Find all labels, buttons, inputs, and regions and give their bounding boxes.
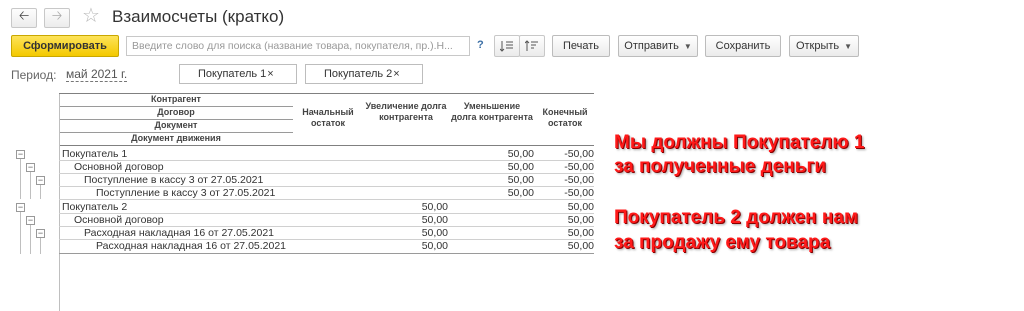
caret-down-icon: ▼: [683, 41, 692, 51]
forward-button[interactable]: 🡢: [44, 8, 70, 28]
row-decrease: 50,00: [507, 148, 534, 160]
generate-button[interactable]: Сформировать: [11, 35, 119, 57]
row-increase: 50,00: [421, 240, 448, 252]
filter-chip-label: Покупатель 1: [198, 68, 267, 80]
header-debt-increase: Увеличение долга контрагента: [365, 101, 447, 122]
row-increase: 50,00: [421, 214, 448, 226]
page-title: Взаимосчеты (кратко): [112, 7, 285, 26]
header-level-1: Контрагент: [151, 94, 201, 104]
row-label: Основной договор: [74, 214, 164, 226]
search-input[interactable]: Введите слово для поиска (название товар…: [126, 36, 470, 56]
annotation-buyer-2-line-2: за продажу ему товара: [614, 232, 831, 253]
collapse-groups-icon: [525, 40, 538, 51]
tree-line: [20, 210, 21, 254]
tree-line: [30, 222, 31, 254]
collapse-toggle-icon[interactable]: −: [16, 150, 25, 159]
expand-groups-icon: [500, 41, 513, 52]
period-label: Период:: [11, 68, 57, 82]
row-end: 50,00: [567, 240, 594, 252]
collapse-groups-button[interactable]: [519, 35, 545, 57]
collapse-toggle-icon[interactable]: −: [26, 216, 35, 225]
filter-chip-buyer-2[interactable]: Покупатель 2 ×: [305, 64, 423, 84]
row-decrease: 50,00: [507, 161, 534, 173]
row-label: Поступление в кассу 3 от 27.05.2021: [96, 187, 276, 199]
row-increase: 50,00: [421, 201, 448, 213]
collapse-toggle-icon[interactable]: −: [36, 176, 45, 185]
send-button-label: Отправить: [624, 40, 679, 52]
open-button-label: Открыть: [795, 40, 840, 52]
row-label: Расходная накладная 16 от 27.05.2021: [84, 227, 275, 239]
remove-icon[interactable]: ×: [393, 68, 399, 80]
row-end: 50,00: [567, 227, 594, 239]
header-start-balance: Начальный остаток: [302, 107, 354, 128]
row-end: -50,00: [564, 161, 594, 173]
caret-down-icon: ▼: [844, 41, 853, 51]
back-button[interactable]: 🡠: [11, 8, 37, 28]
table-bottom-border: [59, 253, 594, 254]
header-level-2: Договор: [157, 107, 195, 117]
row-end: 50,00: [567, 214, 594, 226]
row-end: -50,00: [564, 187, 594, 199]
row-label: Поступление в кассу 3 от 27.05.2021: [84, 174, 264, 186]
period-selector[interactable]: май 2021 г.: [66, 68, 128, 82]
collapse-toggle-icon[interactable]: −: [26, 163, 35, 172]
row-end: 50,00: [567, 201, 594, 213]
header-level-3: Документ: [154, 120, 198, 130]
annotation-buyer-2-line-1: Покупатель 2 должен нам: [614, 207, 859, 228]
row-decrease: 50,00: [507, 187, 534, 199]
remove-icon[interactable]: ×: [267, 68, 273, 80]
row-label: Покупатель 2: [62, 201, 128, 213]
annotation-buyer-1-line-1: Мы должны Покупателю 1: [614, 132, 865, 153]
header-debt-decrease: Уменьшение долга контрагента: [451, 101, 533, 122]
tree-line: [30, 168, 31, 199]
tree-line: [20, 155, 21, 199]
row-decrease: 50,00: [507, 174, 534, 186]
row-increase: 50,00: [421, 227, 448, 239]
row-end: -50,00: [564, 148, 594, 160]
row-label: Расходная накладная 16 от 27.05.2021: [96, 240, 287, 252]
arrow-right-icon: 🡢: [51, 8, 63, 23]
favorite-star-icon[interactable]: ☆: [82, 5, 100, 27]
open-button[interactable]: Открыть ▼: [789, 35, 859, 57]
header-bottom-border: [59, 145, 594, 146]
expand-groups-button[interactable]: [494, 35, 520, 57]
row-end: -50,00: [564, 174, 594, 186]
table-left-border: [59, 94, 60, 311]
row-divider: [59, 199, 594, 200]
send-button[interactable]: Отправить ▼: [618, 35, 698, 57]
row-label: Основной договор: [74, 161, 164, 173]
arrow-left-icon: 🡠: [18, 8, 30, 23]
search-help-icon[interactable]: ?: [477, 39, 484, 51]
annotation-buyer-1-line-2: за полученные деньги: [614, 156, 827, 177]
filter-chip-label: Покупатель 2: [324, 68, 393, 80]
save-button[interactable]: Сохранить: [705, 35, 781, 57]
collapse-toggle-icon[interactable]: −: [16, 203, 25, 212]
row-label: Покупатель 1: [62, 148, 128, 160]
filter-chip-buyer-1[interactable]: Покупатель 1 ×: [179, 64, 297, 84]
collapse-toggle-icon[interactable]: −: [36, 229, 45, 238]
print-button[interactable]: Печать: [552, 35, 610, 57]
header-level-4: Документ движения: [131, 133, 221, 143]
header-end-balance: Конечный остаток: [542, 107, 588, 128]
